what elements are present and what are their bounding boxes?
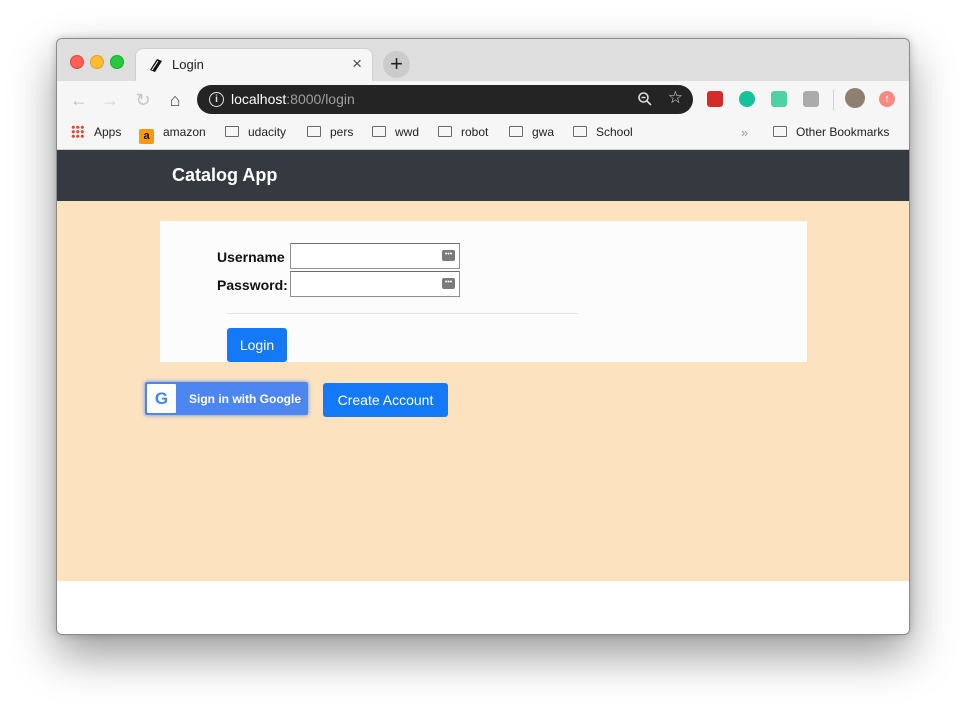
- navbar: Catalog App: [57, 150, 909, 201]
- url-host: localhost: [231, 91, 287, 107]
- update-icon[interactable]: ↑: [879, 91, 895, 107]
- username-label: Username: [217, 249, 285, 265]
- close-window-button[interactable]: [70, 55, 84, 69]
- page-viewport: Catalog App Username ••• Password: ••• L…: [57, 150, 909, 634]
- tab-strip: Login × +: [57, 39, 909, 81]
- reload-icon[interactable]: ↻: [132, 89, 154, 111]
- amazon-icon: a: [139, 129, 154, 144]
- bookmark-label: amazon: [163, 125, 206, 139]
- bookmark-school[interactable]: School: [573, 125, 633, 139]
- address-bar[interactable]: i localhost:8000/login ☆: [197, 85, 693, 114]
- back-icon[interactable]: ←: [68, 89, 90, 111]
- home-icon[interactable]: ⌂: [164, 89, 186, 111]
- bookmark-label: wwd: [395, 125, 420, 139]
- favicon-icon: [150, 59, 162, 72]
- tab-title: Login: [172, 57, 204, 72]
- bookmark-amazon[interactable]: a amazon: [139, 125, 206, 144]
- password-manager-icon[interactable]: •••: [442, 250, 455, 261]
- cast-extension-icon[interactable]: [803, 91, 819, 107]
- content-area: Username ••• Password: ••• Login G Sign …: [57, 201, 909, 581]
- folder-icon: [773, 126, 787, 137]
- profile-avatar[interactable]: [845, 88, 865, 108]
- browser-toolbar: ← → ↻ ⌂ i localhost:8000/login ☆ ↑: [57, 81, 909, 119]
- bookmark-label: Apps: [94, 125, 122, 139]
- form-divider: [227, 313, 578, 314]
- folder-icon: [372, 126, 386, 137]
- folder-icon: [307, 126, 321, 137]
- apps-grid-icon: [71, 125, 84, 138]
- folder-icon: [509, 126, 523, 137]
- toolbar-divider: [833, 90, 834, 110]
- forward-icon[interactable]: →: [99, 89, 121, 111]
- brand-link[interactable]: Catalog App: [172, 165, 277, 186]
- google-signin-label: Sign in with Google: [189, 392, 301, 406]
- bookmark-robot[interactable]: robot: [438, 125, 488, 139]
- bookmark-gwa[interactable]: gwa: [509, 125, 554, 139]
- bookmark-label: School: [596, 125, 633, 139]
- info-icon[interactable]: i: [209, 92, 224, 107]
- bookmark-label: gwa: [532, 125, 555, 139]
- bookmark-label: pers: [330, 125, 354, 139]
- password-manager-icon[interactable]: •••: [442, 278, 455, 289]
- tab-login[interactable]: Login ×: [135, 48, 373, 81]
- google-logo-icon: G: [147, 384, 176, 413]
- bookmark-label: robot: [461, 125, 489, 139]
- bookmark-udacity[interactable]: udacity: [225, 125, 286, 139]
- url-text[interactable]: localhost:8000/login: [231, 91, 355, 107]
- folder-icon: [438, 126, 452, 137]
- folder-icon: [225, 126, 239, 137]
- grammarly-extension-icon[interactable]: [739, 91, 755, 107]
- login-button[interactable]: Login: [227, 328, 287, 362]
- bookmark-label: Other Bookmarks: [796, 125, 890, 139]
- bookmark-star-icon[interactable]: ☆: [668, 88, 683, 108]
- wave-extension-icon[interactable]: [771, 91, 787, 107]
- new-tab-button[interactable]: +: [383, 51, 410, 78]
- bookmark-label: udacity: [248, 125, 287, 139]
- bookmark-wwd[interactable]: wwd: [372, 125, 419, 139]
- zoom-icon[interactable]: [637, 91, 653, 107]
- maximize-window-button[interactable]: [110, 55, 124, 69]
- minimize-window-button[interactable]: [90, 55, 104, 69]
- login-form: Username ••• Password: ••• Login: [160, 221, 807, 362]
- create-account-button[interactable]: Create Account: [323, 383, 448, 417]
- bookmark-apps[interactable]: Apps: [71, 125, 121, 139]
- bookmark-pers[interactable]: pers: [307, 125, 353, 139]
- folder-icon: [573, 126, 587, 137]
- tab-close-icon[interactable]: ×: [352, 54, 362, 74]
- google-signin-button[interactable]: G Sign in with Google: [145, 382, 308, 415]
- password-label: Password:: [217, 277, 288, 293]
- bookmarks-bar: Apps a amazon udacity pers wwd robot gwa …: [57, 119, 909, 150]
- browser-window: Login × + ← → ↻ ⌂ i localhost:8000/login…: [56, 38, 910, 635]
- bookmark-other[interactable]: Other Bookmarks: [773, 125, 889, 139]
- lastpass-extension-icon[interactable]: [707, 91, 723, 107]
- url-path: :8000/login: [286, 91, 355, 107]
- bookmarks-overflow-icon[interactable]: »: [741, 125, 748, 140]
- password-input[interactable]: [290, 271, 460, 297]
- username-input[interactable]: [290, 243, 460, 269]
